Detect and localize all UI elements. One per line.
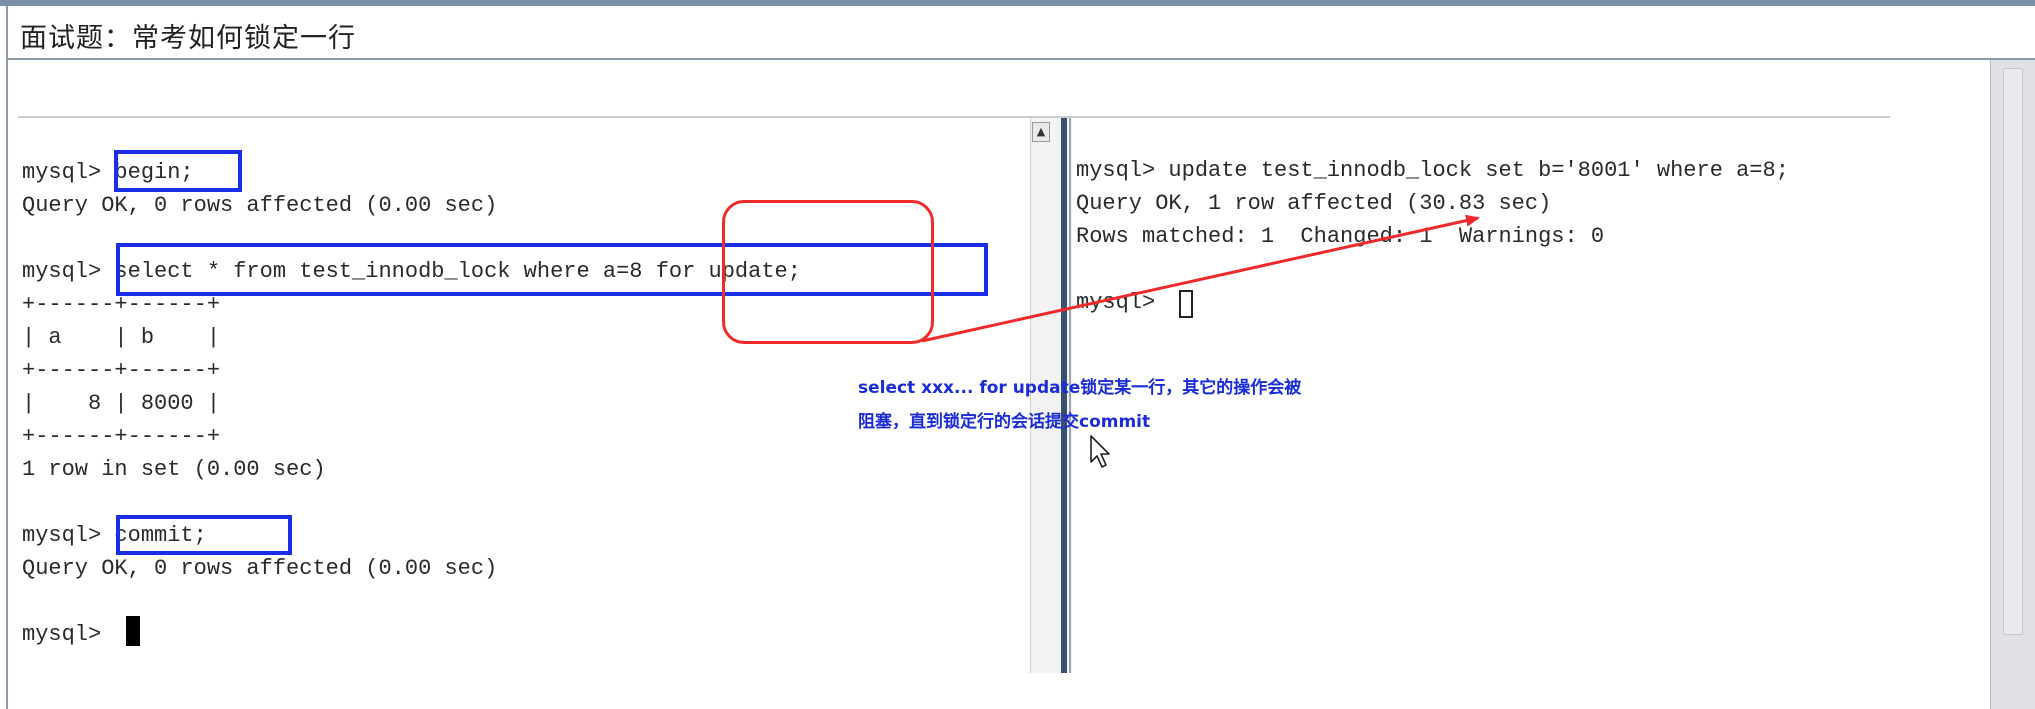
annotation-overlay [921,214,1480,468]
red-arrow [921,214,1480,343]
mouse-pointer-icon [1090,435,1110,468]
